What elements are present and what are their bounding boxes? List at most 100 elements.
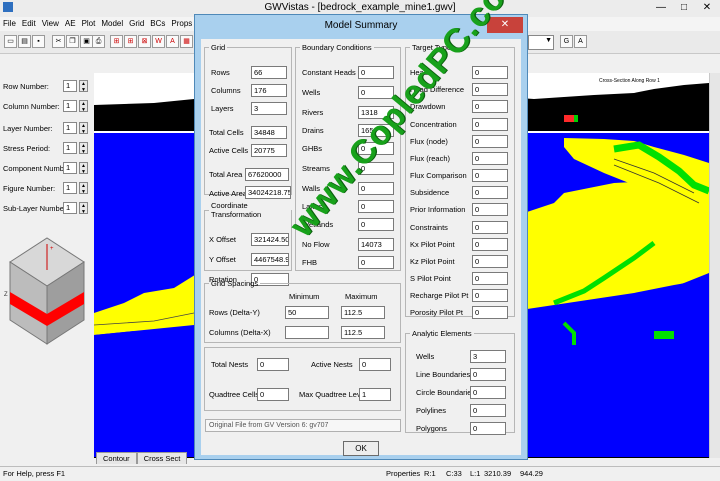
copy-icon[interactable]: ❐ — [66, 35, 79, 48]
rows-delta-max: 112.5 — [341, 306, 385, 319]
head-difference-value: 0 — [472, 83, 508, 96]
layers-value: 3 — [251, 102, 287, 115]
grid-tool-icon[interactable]: ⊞ — [110, 35, 123, 48]
polylines-label: Polylines — [416, 406, 447, 415]
cut-icon[interactable]: ✂ — [52, 35, 65, 48]
stress-spinner[interactable]: ▲ ▼ — [79, 142, 88, 155]
figure-spinner[interactable]: ▲ ▼ — [79, 182, 88, 195]
open-folder-icon[interactable]: ▤ — [18, 35, 31, 48]
bc-legend: Boundary Conditions — [302, 43, 372, 52]
total-cells-label: Total Cells — [209, 128, 244, 137]
component-number-input[interactable]: 1 — [63, 162, 77, 174]
no-flow-label: No Flow — [302, 240, 330, 249]
rows-delta-label: Rows (Delta-Y) — [209, 308, 260, 317]
status-row: R:1 — [424, 469, 436, 478]
lakes-value: 0 — [358, 200, 394, 213]
menu-ae[interactable]: AE — [62, 17, 79, 31]
analytic-legend: Analytic Elements — [412, 329, 472, 338]
menu-edit[interactable]: Edit — [19, 17, 39, 31]
maximize-button[interactable]: □ — [673, 1, 695, 15]
max-quadtree-value: 1 — [359, 388, 391, 401]
menu-bcs[interactable]: BCs — [147, 17, 168, 31]
grid-tool-5-icon[interactable]: A — [166, 35, 179, 48]
flux-comparison-value: 0 — [472, 169, 508, 182]
ok-button[interactable]: OK — [343, 441, 379, 456]
print-icon[interactable]: ⎙ — [92, 35, 105, 48]
row-number-input[interactable]: 1 — [63, 80, 77, 92]
menu-view[interactable]: View — [39, 17, 62, 31]
chevron-down-icon: ▼ — [545, 37, 552, 44]
rows-label: Rows — [211, 68, 230, 77]
vertical-scrollbar[interactable] — [709, 73, 720, 458]
total-area-value: 67620000 — [245, 168, 289, 181]
prior-information-value: 0 — [472, 203, 508, 216]
y-offset-value: 4467548.9 — [251, 253, 289, 266]
s-pilot-label: S Pilot Point — [410, 274, 451, 283]
layer-number-input[interactable]: 1 — [63, 122, 77, 134]
goto-icon[interactable]: G — [560, 35, 573, 48]
drawdown-value: 0 — [472, 100, 508, 113]
no-flow-value: 14073 — [358, 238, 394, 251]
y-offset-label: Y Offset — [209, 255, 236, 264]
minimize-button[interactable]: — — [650, 1, 672, 15]
total-area-label: Total Area — [209, 170, 243, 179]
subsidence-label: Subsidence — [410, 188, 450, 197]
stress-period-input[interactable]: 1 — [63, 142, 77, 154]
stress-period-label: Stress Period: — [3, 144, 51, 153]
sub-layer-number-input[interactable]: 1 — [63, 202, 77, 214]
sub-layer-spinner[interactable]: ▲ ▼ — [79, 202, 88, 215]
ae-wells-value: 3 — [470, 350, 506, 363]
maximum-header: Maximum — [345, 292, 378, 301]
grid-tool-2-icon[interactable]: ⊞ — [124, 35, 137, 48]
save-icon[interactable]: ▪ — [32, 35, 45, 48]
layer-spinner[interactable]: ▲ ▼ — [79, 122, 88, 135]
constant-heads-label: Constant Heads — [302, 68, 356, 77]
column-number-input[interactable]: 1 — [63, 100, 77, 112]
concentration-value: 0 — [472, 118, 508, 131]
polygons-label: Polygons — [416, 424, 447, 433]
wetlands-value: 0 — [358, 218, 394, 231]
orientation-cube-icon[interactable]: + Z — [0, 234, 94, 364]
kx-pilot-label: Kx Pilot Point — [410, 240, 455, 249]
flux-reach-value: 0 — [472, 152, 508, 165]
rows-delta-min: 50 — [285, 306, 329, 319]
menu-model[interactable]: Model — [98, 17, 126, 31]
concentration-label: Concentration — [410, 120, 457, 129]
grid-group: Grid Rows 66 Columns 176 Layers 3 Total … — [204, 43, 292, 199]
spacing-legend: Grid Spacings — [211, 279, 259, 288]
layer-dropdown[interactable]: ▼ — [528, 35, 554, 50]
flux-node-value: 0 — [472, 135, 508, 148]
figure-number-input[interactable]: 1 — [63, 182, 77, 194]
grid-tool-3-icon[interactable]: ⊠ — [138, 35, 151, 48]
figure-number-label: Figure Number: — [3, 184, 56, 193]
font-icon[interactable]: A — [574, 35, 587, 48]
total-cells-value: 34848 — [251, 126, 287, 139]
layer-number-label: Layer Number: — [3, 124, 53, 133]
status-bar: For Help, press F1 Properties R:1 C:33 L… — [0, 466, 720, 481]
grid-spacings-group: Grid Spacings Minimum Maximum Rows (Delt… — [204, 279, 401, 343]
x-offset-value: 321424.50 — [251, 233, 289, 246]
tab-cross-section[interactable]: Cross Sect — [136, 452, 188, 464]
tab-contour[interactable]: Contour — [96, 452, 137, 464]
menu-props[interactable]: Props — [168, 17, 195, 31]
status-help: For Help, press F1 — [3, 469, 66, 478]
close-window-button[interactable]: ✕ — [696, 1, 718, 15]
sub-layer-number-label: Sub-Layer Number: — [3, 204, 69, 213]
new-file-icon[interactable]: ▭ — [4, 35, 17, 48]
component-spinner[interactable]: ▲ ▼ — [79, 162, 88, 175]
walls-value: 0 — [358, 182, 394, 195]
active-area-label: Active Area — [209, 189, 247, 198]
menu-file[interactable]: File — [0, 17, 19, 31]
x-offset-label: X Offset — [209, 235, 236, 244]
grid-tool-4-icon[interactable]: W — [152, 35, 165, 48]
window-title: GWVistas - [bedrock_example_mine1.gwv] — [264, 2, 456, 13]
target-head-value: 0 — [472, 66, 508, 79]
row-spinner[interactable]: ▲ ▼ — [79, 80, 88, 93]
status-x: 3210.39 — [484, 469, 512, 478]
grid-legend: Grid — [211, 43, 226, 52]
menu-grid[interactable]: Grid — [126, 17, 147, 31]
menu-plot[interactable]: Plot — [79, 17, 99, 31]
polygons-value: 0 — [470, 422, 506, 435]
column-spinner[interactable]: ▲ ▼ — [79, 100, 88, 113]
grid-tool-6-icon[interactable]: ▦ — [180, 35, 193, 48]
